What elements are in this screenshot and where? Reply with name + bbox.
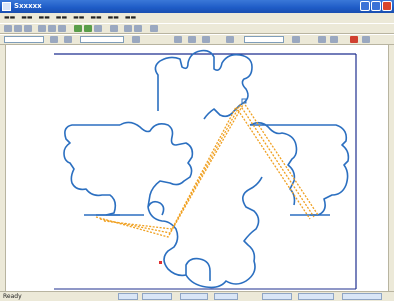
tool-icon[interactable]: [174, 36, 182, 43]
open-icon[interactable]: [14, 25, 22, 32]
tool-icon[interactable]: [226, 36, 234, 43]
maximize-button[interactable]: [371, 1, 381, 11]
puzzle-piece-bottom: [96, 176, 263, 289]
new-icon[interactable]: [4, 25, 12, 32]
status-field: [342, 293, 382, 300]
standard-toolbar: [0, 23, 394, 34]
cad-drawing[interactable]: [0, 45, 394, 291]
app-icon: [2, 2, 11, 11]
menu-item[interactable]: ▬▬: [125, 13, 136, 23]
tool-icon[interactable]: [50, 36, 58, 43]
menu-item[interactable]: ▬▬: [21, 13, 32, 23]
add-icon[interactable]: [74, 25, 82, 32]
layer-select[interactable]: [4, 36, 44, 43]
tool-icon[interactable]: [150, 25, 158, 32]
minimize-button[interactable]: [360, 1, 370, 11]
status-field: [118, 293, 138, 300]
menu-item[interactable]: ▬▬: [39, 13, 50, 23]
status-field: [214, 293, 238, 300]
puzzle-piece-bottom-tab: [185, 257, 211, 281]
tool-icon[interactable]: [132, 36, 140, 43]
status-field: [298, 293, 334, 300]
marker-point: [159, 261, 162, 264]
tool-icon[interactable]: [134, 25, 142, 32]
status-field: [262, 293, 292, 300]
paste-icon[interactable]: [58, 25, 66, 32]
puzzle-piece-left-inner: [119, 121, 194, 208]
tool-icon[interactable]: [110, 25, 118, 32]
add-icon[interactable]: [84, 25, 92, 32]
drawing-toolbar: [0, 34, 394, 45]
status-field: [142, 293, 172, 300]
tool-icon[interactable]: [94, 25, 102, 32]
menu-item[interactable]: ▬▬: [73, 13, 84, 23]
save-icon[interactable]: [24, 25, 32, 32]
cut-icon[interactable]: [38, 25, 46, 32]
window-title: Sxxxxx: [14, 2, 42, 10]
tool-icon[interactable]: [318, 36, 326, 43]
menu-item[interactable]: ▬▬: [4, 13, 15, 23]
tool-icon[interactable]: [362, 36, 370, 43]
close-button[interactable]: [382, 1, 392, 11]
zoom-select[interactable]: [244, 36, 284, 43]
status-text: Ready: [3, 293, 22, 300]
menu-item[interactable]: ▬▬: [90, 13, 101, 23]
menu-item[interactable]: ▬▬: [108, 13, 119, 23]
tool-icon[interactable]: [330, 36, 338, 43]
puzzle-piece-left: [63, 124, 120, 216]
status-field: [180, 293, 208, 300]
tool-icon[interactable]: [292, 36, 300, 43]
tool-icon[interactable]: [188, 36, 196, 43]
puzzle-piece-top: [154, 49, 253, 120]
title-bar: Sxxxxx: [0, 0, 394, 13]
status-bar: Ready: [0, 291, 394, 301]
stop-icon[interactable]: [350, 36, 358, 43]
tool-icon[interactable]: [124, 25, 132, 32]
menu-bar: ▬▬ ▬▬ ▬▬ ▬▬ ▬▬ ▬▬ ▬▬ ▬▬: [0, 13, 394, 23]
copy-icon[interactable]: [48, 25, 56, 32]
tool-icon[interactable]: [64, 36, 72, 43]
style-select[interactable]: [80, 36, 124, 43]
tool-icon[interactable]: [202, 36, 210, 43]
menu-item[interactable]: ▬▬: [56, 13, 67, 23]
